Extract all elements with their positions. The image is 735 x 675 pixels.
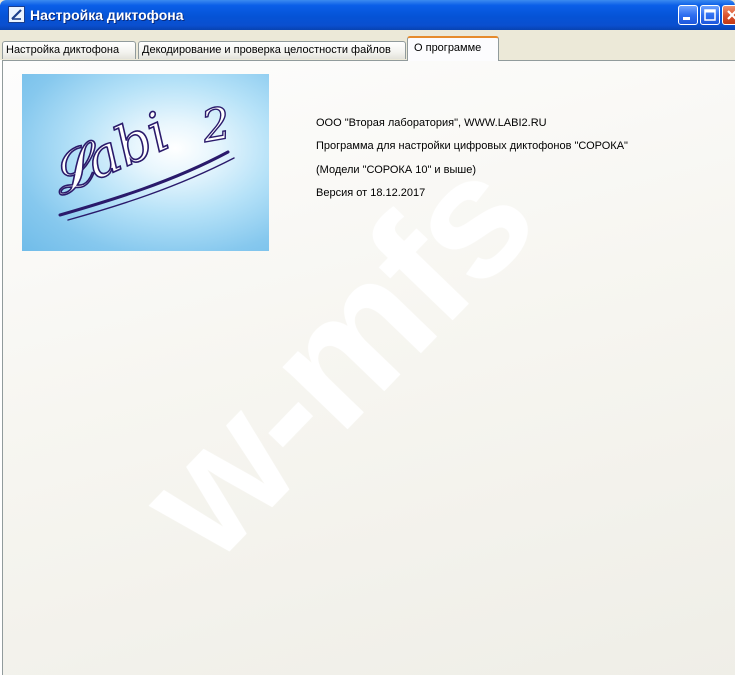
maximize-button[interactable] — [700, 5, 720, 25]
minimize-button[interactable] — [678, 5, 698, 25]
window-title: Настройка диктофона — [30, 7, 184, 23]
app-window: Настройка диктофона Настройка диктофона … — [0, 0, 735, 675]
panel-edge — [0, 60, 2, 675]
tab-recorder-settings[interactable]: Настройка диктофона — [2, 41, 136, 59]
title-bar[interactable]: Настройка диктофона — [0, 0, 735, 30]
about-models: (Модели "СОРОКА 10" и выше) — [316, 164, 476, 176]
tab-about[interactable]: О программе — [407, 36, 499, 61]
close-button[interactable] — [722, 5, 735, 25]
about-version: Версия от 18.12.2017 — [316, 187, 426, 199]
tab-strip: Настройка диктофона Декодирование и пров… — [0, 30, 735, 61]
about-program: Программа для настройки цифровых диктофо… — [316, 140, 628, 152]
minimize-icon — [683, 17, 690, 20]
maximize-icon — [704, 9, 716, 21]
labi2-logo: 𝓛abi 2 — [22, 74, 269, 251]
about-company: ООО "Вторая лаборатория", WWW.LABI2.RU — [316, 117, 547, 129]
close-icon — [727, 10, 735, 20]
tab-decoding-integrity[interactable]: Декодирование и проверка целостности фай… — [138, 41, 406, 59]
app-logo-icon[interactable] — [8, 6, 25, 23]
svg-text:2: 2 — [197, 98, 234, 153]
